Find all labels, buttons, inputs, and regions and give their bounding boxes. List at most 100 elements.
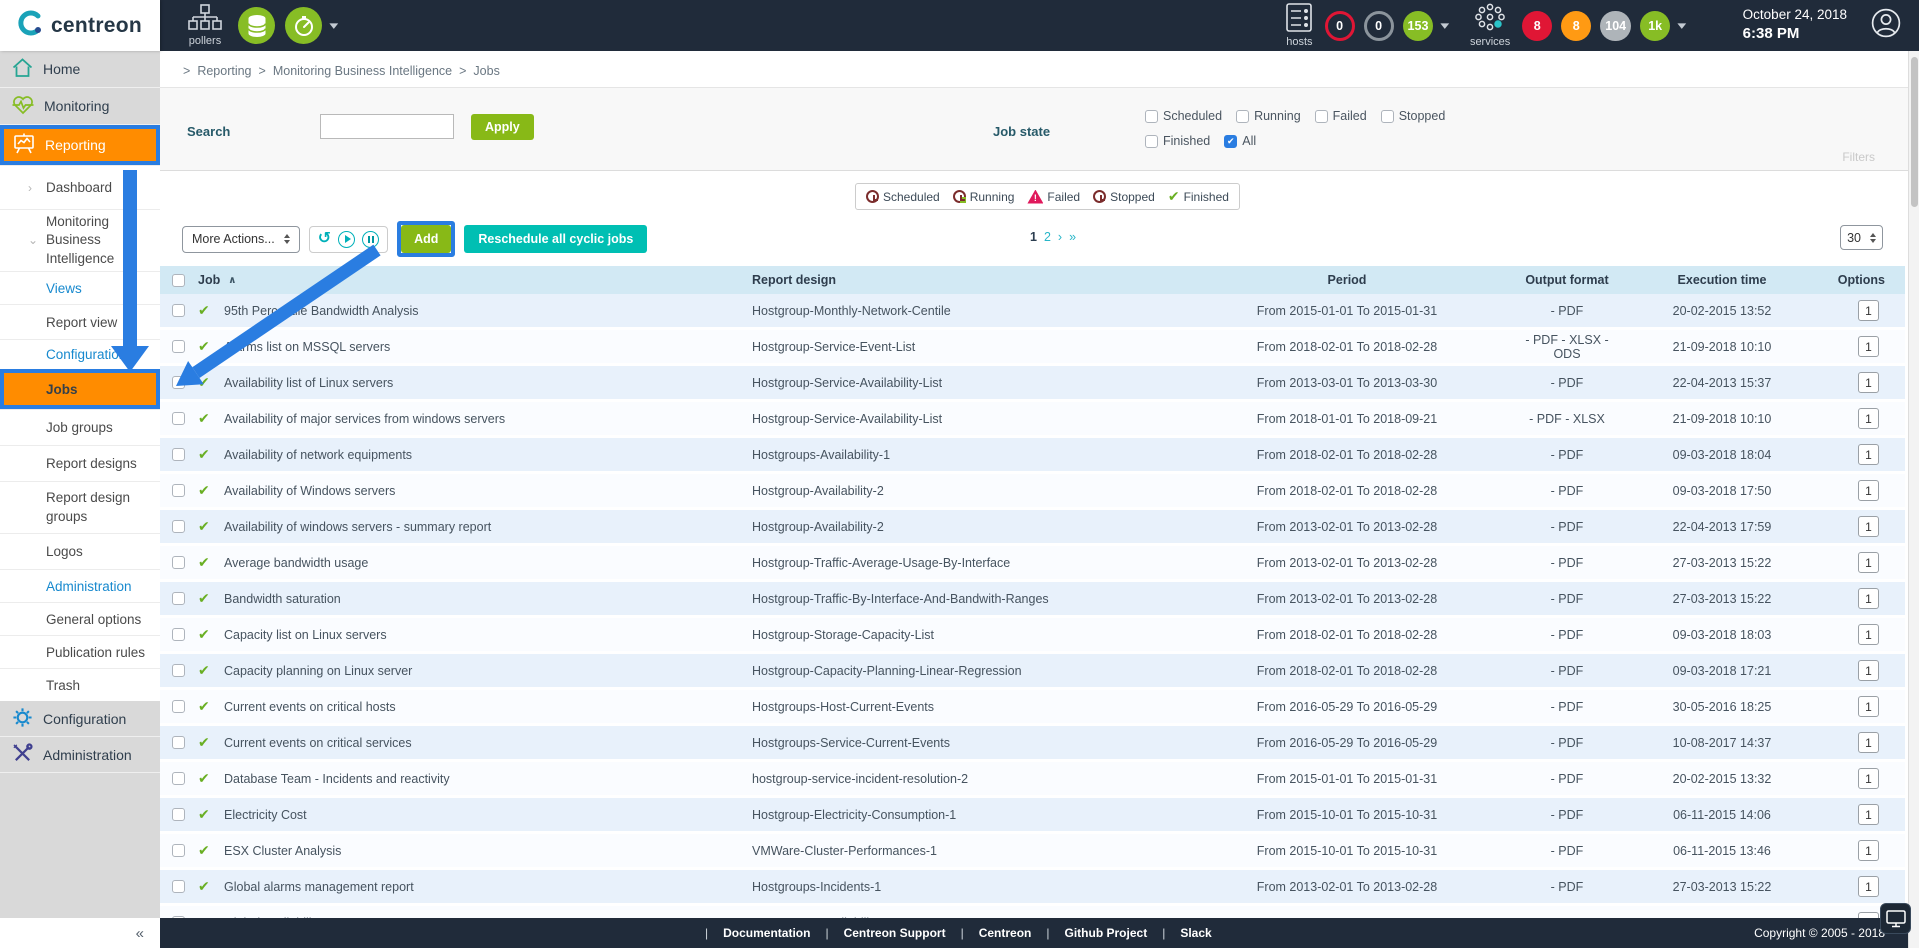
- job-name-link[interactable]: Availability of major services from wind…: [224, 412, 752, 426]
- sidebar-item-administration-link[interactable]: Administration: [0, 569, 160, 602]
- sort-asc-icon[interactable]: ∧: [228, 275, 236, 286]
- database-status-icon[interactable]: [238, 7, 275, 44]
- checkbox-box[interactable]: [1224, 135, 1237, 148]
- page-2-link[interactable]: 2: [1044, 230, 1051, 244]
- centreon-logo[interactable]: centreon: [0, 0, 160, 51]
- poller-chevron-down-icon[interactable]: ▾: [329, 19, 338, 32]
- row-checkbox[interactable]: [172, 520, 185, 533]
- job-name-link[interactable]: Availability of network equipments: [224, 448, 752, 462]
- options-input[interactable]: 1: [1858, 768, 1879, 789]
- service-status-badge[interactable]: 1k: [1640, 11, 1670, 41]
- job-name-link[interactable]: Current events on critical services: [224, 736, 752, 750]
- sidebar-item-views[interactable]: Views: [0, 271, 160, 304]
- hosts-chevron-down-icon[interactable]: ▾: [1441, 19, 1450, 32]
- row-checkbox[interactable]: [172, 664, 185, 677]
- options-input[interactable]: 1: [1858, 336, 1879, 357]
- column-execution-time[interactable]: Execution time: [1622, 273, 1822, 287]
- job-name-link[interactable]: Alarms list on MSSQL servers: [224, 340, 752, 354]
- row-checkbox[interactable]: [172, 772, 185, 785]
- sidebar-item-publication-rules[interactable]: Publication rules: [0, 635, 160, 668]
- user-profile-icon[interactable]: [1871, 8, 1901, 43]
- fullscreen-button[interactable]: [1880, 903, 1911, 934]
- job-name-link[interactable]: Availability of Windows servers: [224, 484, 752, 498]
- job-name-link[interactable]: Database Team - Incidents and reactivity: [224, 772, 752, 786]
- sidebar-item-jobs[interactable]: Jobs: [0, 369, 160, 409]
- play-icon[interactable]: [338, 231, 355, 248]
- job-state-checkbox[interactable]: Finished: [1145, 134, 1210, 148]
- checkbox-box[interactable]: [1315, 110, 1328, 123]
- options-input[interactable]: 1: [1858, 552, 1879, 573]
- job-state-checkbox[interactable]: All: [1224, 134, 1256, 148]
- row-checkbox[interactable]: [172, 736, 185, 749]
- options-input[interactable]: 1: [1858, 444, 1879, 465]
- sidebar-item-report-view[interactable]: Report view: [0, 304, 160, 339]
- row-checkbox[interactable]: [172, 412, 185, 425]
- services-chevron-down-icon[interactable]: ▾: [1677, 19, 1686, 32]
- pollers-menu[interactable]: pollers: [188, 4, 222, 47]
- sidebar-item-general-options[interactable]: General options: [0, 602, 160, 635]
- job-name-link[interactable]: Capacity planning on Linux server: [224, 664, 752, 678]
- options-input[interactable]: 1: [1858, 588, 1879, 609]
- add-button[interactable]: Add: [401, 225, 451, 253]
- job-name-link[interactable]: Availability of windows servers - summar…: [224, 520, 752, 534]
- reschedule-all-cyclic-jobs-button[interactable]: Reschedule all cyclic jobs: [464, 225, 647, 253]
- sidebar-item-reporting[interactable]: Reporting: [0, 125, 160, 165]
- service-status-badge[interactable]: 8: [1522, 11, 1552, 41]
- options-input[interactable]: 1: [1858, 876, 1879, 897]
- options-input[interactable]: 1: [1858, 732, 1879, 753]
- select-all-checkbox[interactable]: [172, 274, 185, 287]
- job-name-link[interactable]: Availability list of Linux servers: [224, 376, 752, 390]
- sidebar-item-report-design-groups[interactable]: Report design groups: [0, 481, 160, 533]
- page-size-select[interactable]: 30: [1840, 225, 1883, 250]
- job-name-link[interactable]: Average bandwidth usage: [224, 556, 752, 570]
- row-checkbox[interactable]: [172, 556, 185, 569]
- options-input[interactable]: 1: [1858, 660, 1879, 681]
- sidebar-item-configuration[interactable]: Configuration: [0, 701, 160, 737]
- sidebar-item-home[interactable]: Home: [0, 51, 160, 88]
- options-input[interactable]: 1: [1858, 408, 1879, 429]
- column-period[interactable]: Period: [1182, 273, 1512, 287]
- footer-link[interactable]: Centreon: [979, 926, 1032, 940]
- job-state-checkbox[interactable]: Scheduled: [1145, 109, 1222, 123]
- column-report-design[interactable]: Report design: [752, 273, 1182, 287]
- breadcrumb-link[interactable]: Monitoring Business Intelligence: [273, 64, 452, 78]
- row-checkbox[interactable]: [172, 808, 185, 821]
- job-name-link[interactable]: ESX Cluster Analysis: [224, 844, 752, 858]
- sidebar-item-administration[interactable]: Administration: [0, 737, 160, 773]
- column-output-format[interactable]: Output format: [1512, 273, 1622, 287]
- row-checkbox[interactable]: [172, 880, 185, 893]
- row-checkbox[interactable]: [172, 376, 185, 389]
- row-checkbox[interactable]: [172, 700, 185, 713]
- host-status-badge[interactable]: 0: [1364, 11, 1394, 41]
- job-name-link[interactable]: Electricity Cost: [224, 808, 752, 822]
- footer-link[interactable]: Centreon Support: [844, 926, 946, 940]
- footer-link[interactable]: Slack: [1180, 926, 1211, 940]
- gauge-status-icon[interactable]: [285, 7, 322, 44]
- host-status-badge[interactable]: 0: [1325, 11, 1355, 41]
- service-status-badge[interactable]: 8: [1561, 11, 1591, 41]
- options-input[interactable]: 1: [1858, 516, 1879, 537]
- job-name-link[interactable]: Capacity list on Linux servers: [224, 628, 752, 642]
- row-checkbox[interactable]: [172, 448, 185, 461]
- search-input[interactable]: [320, 114, 454, 139]
- job-name-link[interactable]: Current events on critical hosts: [224, 700, 752, 714]
- options-input[interactable]: 1: [1858, 804, 1879, 825]
- options-input[interactable]: 1: [1858, 624, 1879, 645]
- sidebar-item-trash[interactable]: Trash: [0, 668, 160, 701]
- checkbox-box[interactable]: [1381, 110, 1394, 123]
- job-state-checkbox[interactable]: Stopped: [1381, 109, 1446, 123]
- scrollbar-thumb[interactable]: [1911, 57, 1918, 207]
- options-input[interactable]: 1: [1858, 696, 1879, 717]
- footer-link[interactable]: Documentation: [723, 926, 810, 940]
- options-input[interactable]: 1: [1858, 372, 1879, 393]
- options-input[interactable]: 1: [1858, 300, 1879, 321]
- hosts-menu[interactable]: hosts: [1286, 3, 1312, 48]
- row-checkbox[interactable]: [172, 484, 185, 497]
- sidebar-collapse-button[interactable]: «: [136, 925, 144, 942]
- footer-link[interactable]: Github Project: [1065, 926, 1148, 940]
- page-last-link[interactable]: »: [1069, 230, 1076, 244]
- options-input[interactable]: 1: [1858, 840, 1879, 861]
- page-next-link[interactable]: ›: [1058, 230, 1062, 244]
- more-actions-select[interactable]: More Actions...: [182, 226, 300, 253]
- job-name-link[interactable]: Global alarms management report: [224, 880, 752, 894]
